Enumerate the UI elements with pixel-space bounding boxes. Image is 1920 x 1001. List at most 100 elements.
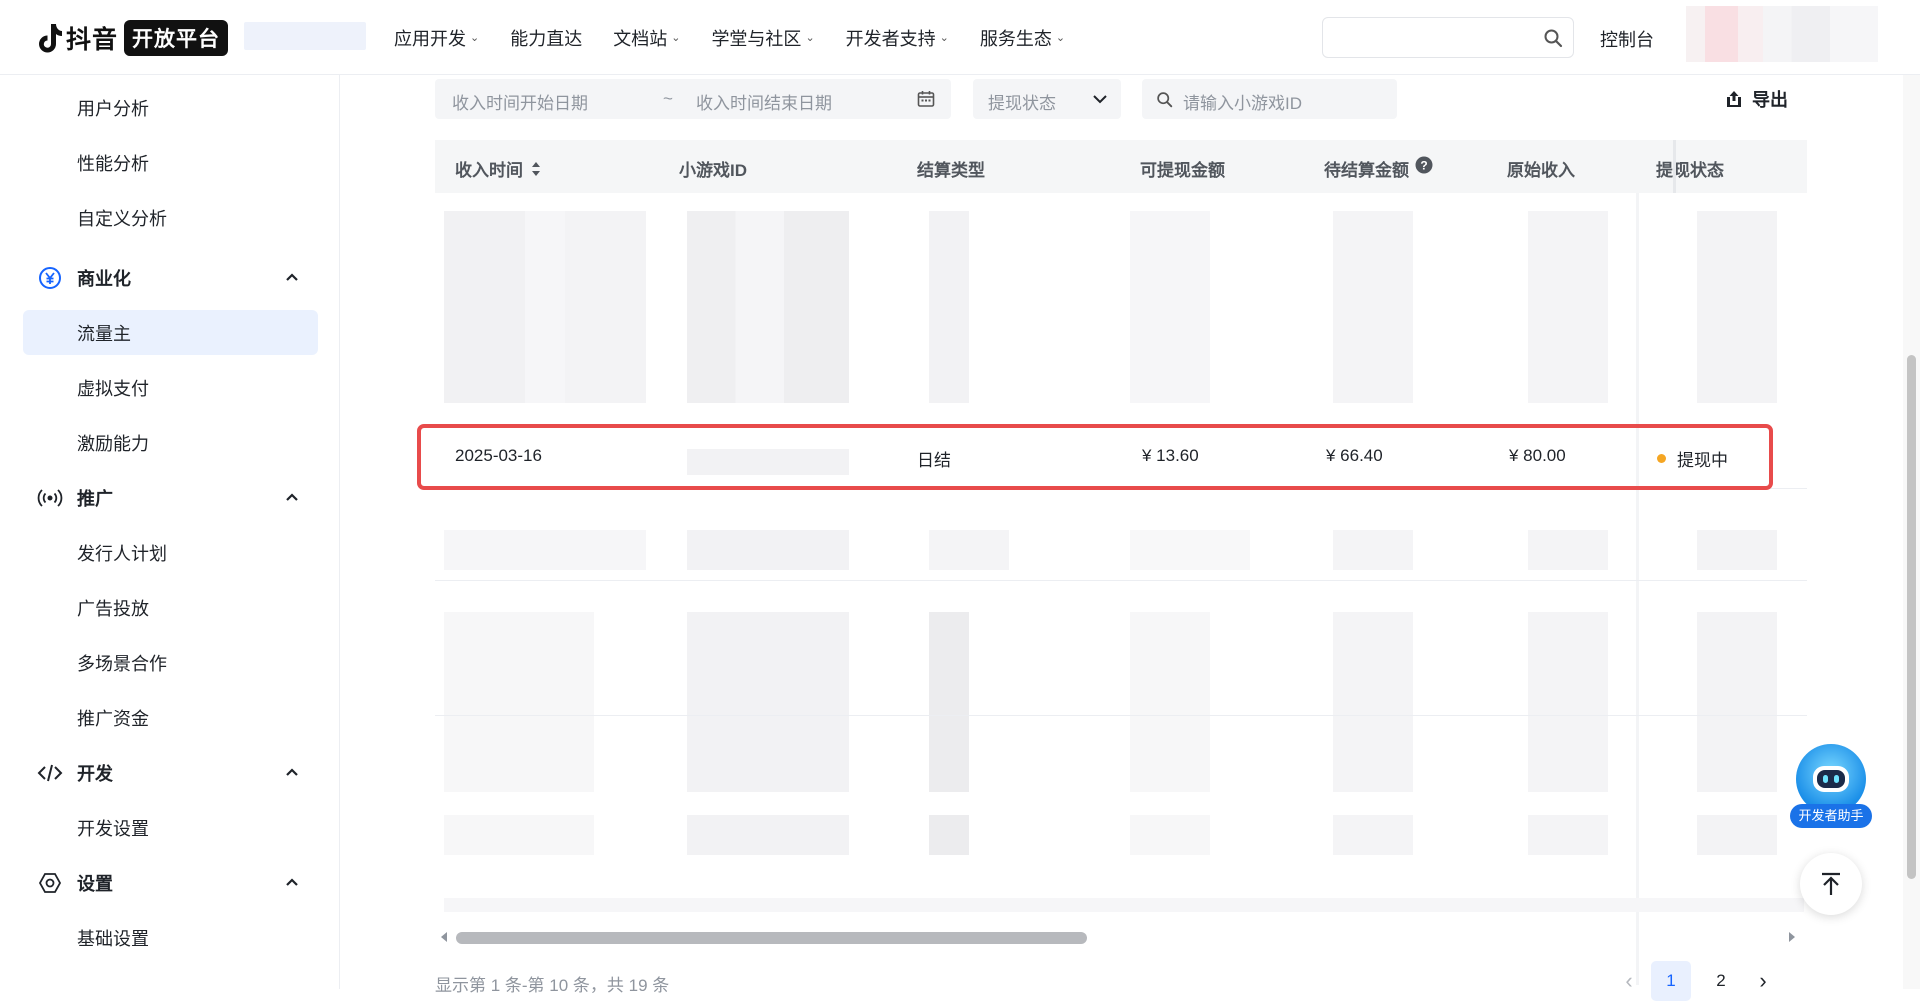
brand-badge: 开放平台	[124, 20, 229, 56]
column-income-time[interactable]: 收入时间	[455, 156, 541, 181]
redacted-cell	[1697, 815, 1777, 855]
calendar-icon	[917, 91, 935, 107]
nav-ecosystem[interactable]: 服务生态 ⌄	[980, 25, 1065, 51]
sidebar-item-user-analysis[interactable]: 用户分析	[23, 85, 318, 130]
chevron-down-icon: ⌄	[671, 32, 681, 44]
scroll-left-arrow-icon[interactable]	[439, 931, 449, 943]
sidebar-item-basic-settings[interactable]: 基础设置	[23, 915, 318, 960]
redacted-app-name	[244, 22, 366, 50]
sidebar-item-performance-analysis[interactable]: 性能分析	[23, 140, 318, 185]
redacted-cell	[929, 815, 969, 855]
global-search-input[interactable]	[1322, 17, 1574, 58]
date-start-input[interactable]: 收入时间开始日期	[452, 89, 588, 114]
sidebar-item-incentive[interactable]: 激励能力	[23, 420, 318, 465]
redacted-cell	[1697, 211, 1777, 403]
pagination: ‹ 1 2 ›	[1617, 961, 1775, 1001]
sort-icon[interactable]	[531, 160, 541, 178]
back-to-top-button[interactable]	[1800, 853, 1862, 915]
column-withdrawable: 可提现金额	[1140, 156, 1225, 181]
nav-dev-support[interactable]: 开发者支持 ⌄	[846, 25, 949, 51]
sidebar-group-settings[interactable]: 设置	[23, 860, 318, 905]
page-vertical-scrollbar[interactable]	[1903, 75, 1920, 989]
nav-label: 开发者支持	[845, 28, 936, 49]
redacted-cell	[929, 612, 969, 792]
chevron-down-icon: ⌄	[939, 32, 949, 44]
redacted-cell	[444, 815, 594, 855]
sidebar-item-traffic-host[interactable]: 流量主	[23, 310, 318, 355]
sidebar-item-label: 发行人计划	[77, 543, 167, 564]
chevron-down-icon: ⌄	[805, 32, 815, 44]
redacted-user-avatar[interactable]	[1686, 6, 1878, 62]
column-label: 待结算金额	[1324, 161, 1409, 180]
redacted-cell	[1697, 530, 1777, 570]
redacted-cell	[929, 530, 1009, 570]
tiktok-note-icon	[39, 24, 62, 53]
douyin-logo[interactable]: 抖音 开放平台	[38, 20, 229, 56]
page-2-button[interactable]: 2	[1701, 961, 1741, 1001]
redacted-cell	[1528, 612, 1608, 792]
scroll-right-arrow-icon[interactable]	[1787, 931, 1797, 943]
sidebar-item-ad-placement[interactable]: 广告投放	[23, 585, 318, 630]
redacted-cell	[1697, 612, 1777, 792]
sidebar-item-multi-scene[interactable]: 多场景合作	[23, 640, 318, 685]
nav-academy[interactable]: 学堂与社区 ⌄	[711, 25, 814, 51]
chevron-up-icon	[286, 273, 298, 281]
chevron-down-icon	[1093, 95, 1107, 104]
export-button[interactable]: 导出	[1725, 86, 1788, 112]
column-label: 收入时间	[455, 161, 523, 180]
sidebar-item-label: 虚拟支付	[77, 378, 149, 399]
date-end-input[interactable]: 收入时间结束日期	[696, 89, 832, 114]
console-link[interactable]: 控制台	[1600, 26, 1654, 52]
sidebar-item-label: 性能分析	[77, 153, 149, 174]
nav-label: 能力直达	[510, 28, 583, 49]
search-icon	[1157, 92, 1173, 108]
sidebar-item-label: 基础设置	[77, 928, 149, 949]
nav-label: 应用开发	[394, 28, 466, 49]
sidebar-group-label: 推广	[77, 488, 113, 509]
sidebar-group-promotion[interactable]: 推广	[23, 475, 318, 520]
redacted-cell	[1130, 612, 1210, 792]
sidebar-group-commercialization[interactable]: 商业化	[23, 255, 318, 300]
help-icon[interactable]: ?	[1415, 156, 1433, 174]
game-id-placeholder: 请输入小游戏ID	[1183, 94, 1302, 113]
code-icon	[23, 762, 77, 784]
redacted-cell	[444, 530, 646, 570]
row-divider	[435, 580, 1807, 581]
redacted-cell	[1528, 211, 1608, 403]
table-horizontal-scrollbar[interactable]	[435, 923, 1801, 947]
sidebar-item-promotion-funds[interactable]: 推广资金	[23, 695, 318, 740]
sidebar-item-publisher-plan[interactable]: 发行人计划	[23, 530, 318, 575]
row-divider	[435, 715, 1807, 716]
nav-docs[interactable]: 文档站 ⌄	[613, 25, 680, 51]
fixed-column-divider	[1673, 140, 1676, 193]
nav-label: 文档站	[613, 28, 668, 49]
nav-app-dev[interactable]: 应用开发 ⌄	[394, 25, 479, 51]
income-date-range-picker[interactable]: 收入时间开始日期 ~ 收入时间结束日期	[435, 79, 951, 119]
column-withdraw-status: 提现状态	[1656, 156, 1724, 181]
scrollbar-thumb[interactable]	[1907, 355, 1916, 879]
main-nav: 应用开发 ⌄ 能力直达 文档站 ⌄ 学堂与社区 ⌄ 开发者支持 ⌄ 服务生态 ⌄	[394, 0, 1096, 75]
search-icon	[1544, 29, 1563, 48]
redacted-cell	[687, 530, 849, 570]
game-id-search-input[interactable]: 请输入小游戏ID	[1142, 79, 1397, 119]
svg-text:?: ?	[1420, 158, 1427, 172]
developer-assistant-button[interactable]: 开发者助手	[1790, 744, 1872, 834]
redacted-cell	[444, 612, 594, 792]
next-page-icon[interactable]: ›	[1751, 968, 1775, 994]
scrollbar-thumb[interactable]	[456, 932, 1087, 944]
sidebar-item-virtual-payment[interactable]: 虚拟支付	[23, 365, 318, 410]
redacted-cell	[1333, 530, 1413, 570]
redacted-cell	[1528, 815, 1608, 855]
prev-page-icon[interactable]: ‹	[1617, 968, 1641, 994]
sidebar-group-development[interactable]: 开发	[23, 750, 318, 795]
pagination-summary: 显示第 1 条-第 10 条，共 19 条	[435, 976, 670, 995]
sidebar-item-dev-settings[interactable]: 开发设置	[23, 805, 318, 850]
redacted-cell	[1130, 530, 1250, 570]
nav-capabilities[interactable]: 能力直达	[510, 25, 582, 51]
sidebar-item-custom-analysis[interactable]: 自定义分析	[23, 195, 318, 240]
export-label: 导出	[1752, 90, 1788, 110]
withdraw-status-select[interactable]: 提现状态	[973, 79, 1121, 119]
chevron-down-icon: ⌄	[1055, 32, 1066, 44]
page-1-button[interactable]: 1	[1651, 961, 1691, 1001]
sidebar-item-label: 自定义分析	[77, 208, 167, 229]
